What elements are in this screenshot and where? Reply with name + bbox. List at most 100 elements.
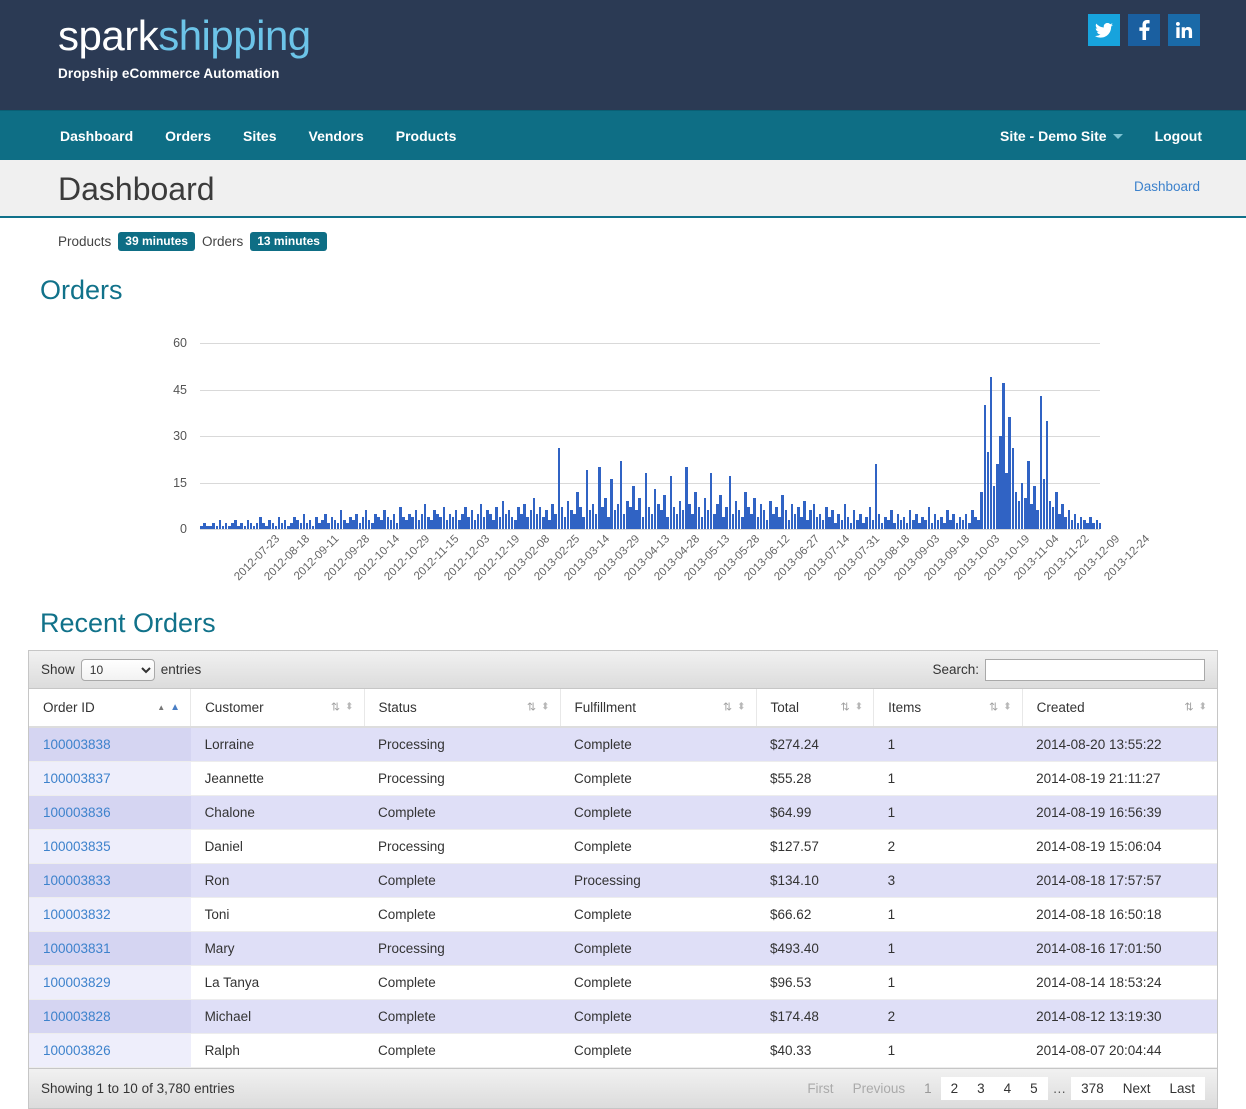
sort-handle-icon: ⬍	[541, 703, 549, 713]
recent-orders-section-title: Recent Orders	[40, 606, 1218, 640]
datatable-toolbar: Show 102550100 entries Search:	[29, 651, 1217, 689]
search-label: Search:	[932, 662, 979, 677]
column-header-total[interactable]: Total ⇅ ⬍	[756, 689, 874, 727]
pagination-page-4[interactable]: 4	[994, 1077, 1022, 1100]
nav-item-sites[interactable]: Sites	[227, 111, 292, 161]
social-links	[1088, 14, 1200, 46]
chart-x-axis-labels: 2012-07-232012-08-182012-09-112012-09-28…	[200, 533, 1100, 603]
cell-items: 1	[874, 966, 1023, 1000]
order-id-link[interactable]: 100003833	[43, 873, 111, 888]
nav-item-products[interactable]: Products	[380, 111, 473, 161]
cell-created: 2014-08-19 16:56:39	[1022, 796, 1217, 830]
page-length-select[interactable]: 102550100	[81, 659, 155, 681]
site-selector-dropdown[interactable]: Site - Demo Site	[984, 111, 1139, 161]
cell-total: $40.33	[756, 1034, 874, 1068]
cell-total: $66.62	[756, 898, 874, 932]
cell-order-id: 100003832	[29, 898, 191, 932]
cell-order-id: 100003829	[29, 966, 191, 1000]
page-header: Dashboard Dashboard	[0, 160, 1246, 218]
chart-bar	[1099, 523, 1102, 529]
pagination-page-1[interactable]: 1	[914, 1077, 942, 1100]
order-id-link[interactable]: 100003826	[43, 1043, 111, 1058]
site-masthead: sparkshipping Dropship eCommerce Automat…	[0, 0, 1246, 110]
cell-items: 2	[874, 830, 1023, 864]
orders-sync-label: Orders	[202, 234, 243, 249]
column-label: Order ID	[43, 700, 95, 715]
search-input[interactable]	[985, 659, 1205, 681]
column-header-order-id[interactable]: Order ID ▲ ▲	[29, 689, 191, 727]
sort-indicator: ⇅ ⬍	[527, 702, 550, 713]
cell-items: 1	[874, 796, 1023, 830]
table-info: Showing 1 to 10 of 3,780 entries	[41, 1081, 235, 1096]
order-id-link[interactable]: 100003832	[43, 907, 111, 922]
cell-customer: Chalone	[191, 796, 364, 830]
sync-status-row: Products 39 minutes Orders 13 minutes	[58, 232, 1218, 251]
pagination-last[interactable]: Last	[1159, 1077, 1205, 1100]
pagination-page-3[interactable]: 3	[967, 1077, 995, 1100]
nav-item-dashboard[interactable]: Dashboard	[44, 111, 149, 161]
orders-section-title: Orders	[40, 273, 1218, 307]
chart-gridline: 0	[200, 529, 1100, 530]
main-navbar: Dashboard Orders Sites Vendors Products …	[0, 110, 1246, 160]
cell-created: 2014-08-20 13:55:22	[1022, 727, 1217, 762]
page-length-control: Show 102550100 entries	[41, 659, 201, 681]
order-id-link[interactable]: 100003837	[43, 771, 111, 786]
cell-fulfillment: Complete	[560, 727, 756, 762]
order-id-link[interactable]: 100003836	[43, 805, 111, 820]
linkedin-icon[interactable]	[1168, 14, 1200, 46]
column-header-items[interactable]: Items ⇅ ⬍	[874, 689, 1023, 727]
cell-order-id: 100003837	[29, 762, 191, 796]
pagination-page-5[interactable]: 5	[1020, 1077, 1048, 1100]
pagination-page-378[interactable]: 378	[1071, 1077, 1114, 1100]
cell-created: 2014-08-18 16:50:18	[1022, 898, 1217, 932]
column-header-fulfillment[interactable]: Fulfillment ⇅ ⬍	[560, 689, 756, 727]
sort-updown-icon: ⇅	[841, 702, 850, 713]
brand-logo[interactable]: sparkshipping Dropship eCommerce Automat…	[58, 12, 311, 81]
nav-item-orders[interactable]: Orders	[149, 111, 227, 161]
column-header-customer[interactable]: Customer ⇅ ⬍	[191, 689, 364, 727]
nav-item-vendors[interactable]: Vendors	[293, 111, 380, 161]
table-row: 100003828MichaelCompleteComplete$174.482…	[29, 1000, 1217, 1034]
column-header-created[interactable]: Created ⇅ ⬍	[1022, 689, 1217, 727]
pagination-page-2[interactable]: 2	[941, 1077, 969, 1100]
column-label: Items	[888, 700, 921, 715]
order-id-link[interactable]: 100003828	[43, 1009, 111, 1024]
column-header-status[interactable]: Status ⇅ ⬍	[364, 689, 560, 727]
sort-updown-icon: ⇅	[989, 702, 998, 713]
facebook-icon[interactable]	[1128, 14, 1160, 46]
cell-customer: Michael	[191, 1000, 364, 1034]
order-id-link[interactable]: 100003831	[43, 941, 111, 956]
cell-created: 2014-08-18 17:57:57	[1022, 864, 1217, 898]
cell-customer: Ralph	[191, 1034, 364, 1068]
order-id-link[interactable]: 100003838	[43, 737, 111, 752]
sort-handle-icon: ⬍	[1199, 703, 1207, 713]
cell-items: 2	[874, 1000, 1023, 1034]
cell-order-id: 100003831	[29, 932, 191, 966]
order-id-link[interactable]: 100003835	[43, 839, 111, 854]
chart-y-tick-label: 45	[173, 383, 187, 397]
breadcrumb[interactable]: Dashboard	[1134, 179, 1200, 194]
cell-fulfillment: Complete	[560, 796, 756, 830]
cell-total: $174.48	[756, 1000, 874, 1034]
pagination-next[interactable]: Next	[1113, 1077, 1161, 1100]
cell-status: Processing	[364, 727, 560, 762]
main-content: Products 39 minutes Orders 13 minutes Or…	[0, 232, 1246, 1109]
chevron-down-icon	[1113, 134, 1123, 139]
cell-fulfillment: Complete	[560, 932, 756, 966]
cell-total: $55.28	[756, 762, 874, 796]
logout-link[interactable]: Logout	[1139, 111, 1218, 161]
table-header-row: Order ID ▲ ▲ Customer ⇅ ⬍	[29, 689, 1217, 727]
cell-customer: Toni	[191, 898, 364, 932]
page-title: Dashboard	[58, 168, 215, 210]
cell-customer: Lorraine	[191, 727, 364, 762]
cell-customer: Mary	[191, 932, 364, 966]
cell-fulfillment: Complete	[560, 898, 756, 932]
sort-indicator: ⇅ ⬍	[331, 702, 354, 713]
cell-customer: La Tanya	[191, 966, 364, 1000]
sort-updown-icon: ⇅	[1184, 702, 1193, 713]
cell-total: $493.40	[756, 932, 874, 966]
twitter-icon[interactable]	[1088, 14, 1120, 46]
sort-asc-icon: ▲	[157, 704, 165, 712]
order-id-link[interactable]: 100003829	[43, 975, 111, 990]
table-row: 100003838LorraineProcessingComplete$274.…	[29, 727, 1217, 762]
